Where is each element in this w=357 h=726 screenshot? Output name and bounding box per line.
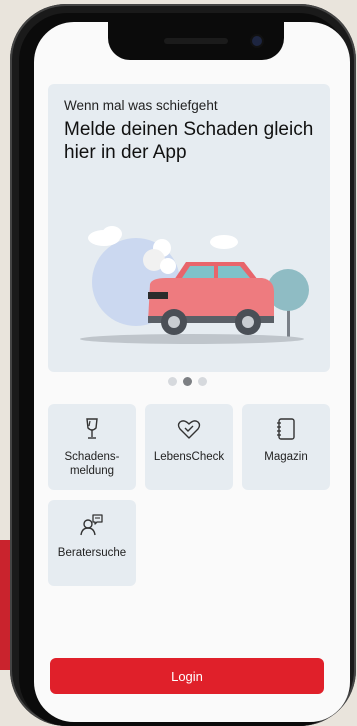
login-button[interactable]: Login (50, 658, 324, 694)
tile-label: Schadens- meldung (64, 451, 120, 477)
hero-title: Melde deinen Schaden gleich hier in der … (64, 119, 314, 163)
tile-lebenscheck[interactable]: LebensCheck (145, 404, 233, 490)
hero-card[interactable]: Wenn mal was schiefgeht Melde deinen Sch… (48, 84, 330, 372)
tile-label: Magazin (264, 451, 308, 463)
hero-kicker: Wenn mal was schiefgeht (64, 98, 218, 113)
carousel-indicator (168, 377, 207, 386)
tile-beratersuche[interactable]: Beratersuche (48, 500, 136, 586)
phone-notch (108, 22, 284, 60)
speaker-grille (164, 38, 228, 44)
notebook-icon (277, 418, 295, 440)
heart-check-icon (177, 420, 201, 439)
tile-schadensmeldung[interactable]: Schadens- meldung (48, 404, 136, 490)
tile-label: Beratersuche (57, 547, 127, 559)
carousel-dot[interactable] (168, 377, 177, 386)
glass-icon (86, 418, 98, 439)
carousel-dot[interactable] (198, 377, 207, 386)
advisor-chat-icon (80, 514, 103, 536)
tile-magazin[interactable]: Magazin (242, 404, 330, 490)
tile-label: LebensCheck (153, 451, 225, 463)
app-screen: Wenn mal was schiefgeht Melde deinen Sch… (34, 22, 350, 722)
front-camera (252, 36, 262, 46)
carousel-dot-active[interactable] (183, 377, 192, 386)
car-illustration (80, 226, 309, 344)
